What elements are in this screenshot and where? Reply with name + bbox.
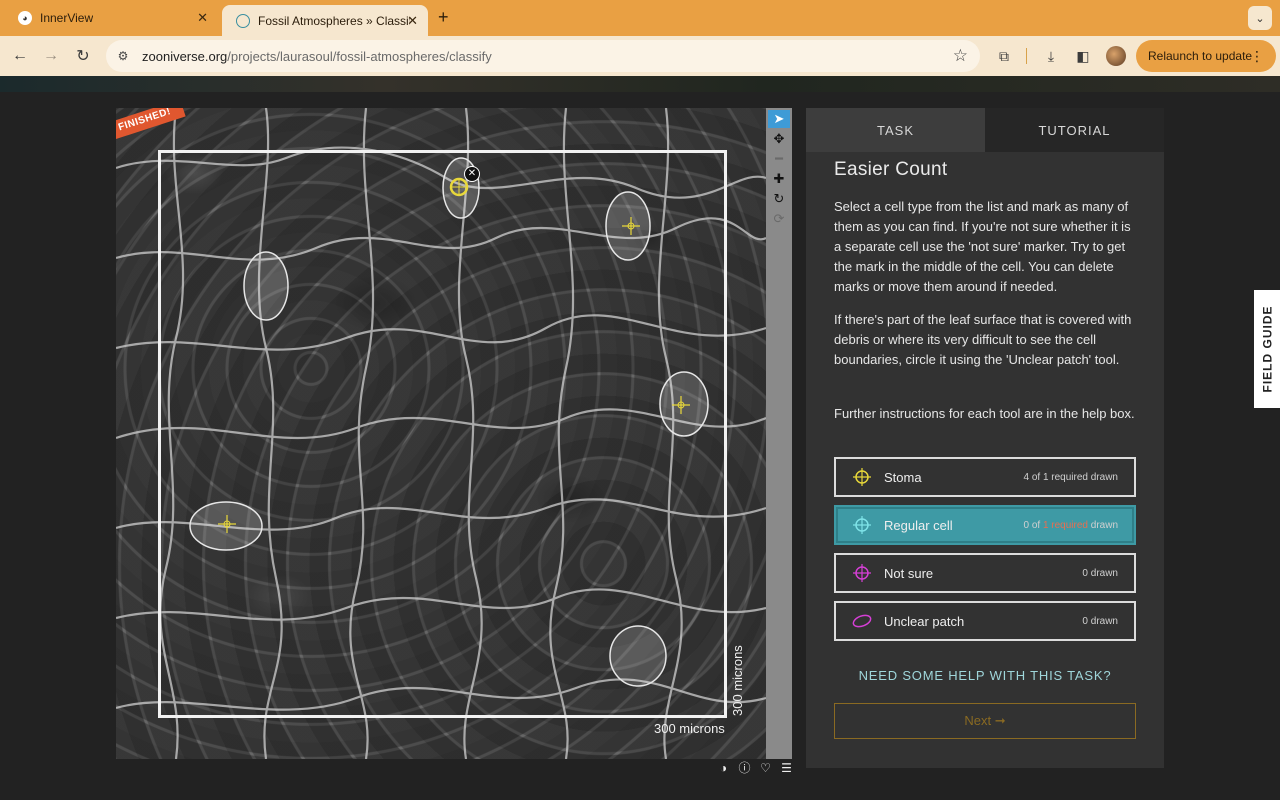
- count-suffix: drawn: [1087, 519, 1118, 531]
- back-icon[interactable]: ←: [9, 45, 31, 67]
- more-menu-icon[interactable]: ⋮: [1250, 48, 1264, 65]
- task-title: Easier Count: [834, 159, 948, 180]
- profile-avatar[interactable]: [1106, 46, 1126, 66]
- relaunch-to-update-button[interactable]: Relaunch to update ⋮: [1136, 40, 1276, 72]
- pan-move-icon[interactable]: ✥: [768, 130, 790, 148]
- url-text[interactable]: zooniverse.org/projects/laurasoul/fossil…: [142, 49, 492, 64]
- count-prefix: 0 of: [1023, 519, 1043, 531]
- scale-label-horizontal: 300 microns: [654, 721, 725, 736]
- task-help-link[interactable]: NEED SOME HELP WITH THIS TASK?: [834, 668, 1136, 683]
- tool-count: 0 of 1 required drawn: [1023, 520, 1118, 531]
- side-panel-icon[interactable]: ◧: [1072, 45, 1094, 67]
- tab-tutorial[interactable]: TUTORIAL: [985, 108, 1164, 152]
- regular-cell-crosshair-icon: [852, 515, 872, 535]
- new-tab-button[interactable]: +: [438, 7, 449, 28]
- url-domain: zooniverse.org: [142, 48, 228, 64]
- browser-tab-fossil-atmospheres[interactable]: Fossil Atmospheres » Classify ✕: [222, 5, 428, 36]
- url-path: /projects/laurasoul/fossil-atmospheres/c…: [227, 48, 492, 64]
- tab-search-button[interactable]: ⌄: [1248, 6, 1272, 30]
- subject-metadata-bar: ◑ ⓘ ♡ ☰: [716, 760, 794, 776]
- stoma-crosshair-icon: [852, 467, 872, 487]
- delete-mark-icon[interactable]: ✕: [464, 166, 480, 182]
- tab-title: InnerView: [40, 11, 94, 25]
- task-panel: TASK TUTORIAL Easier Count Select a cell…: [806, 108, 1164, 768]
- download-icon[interactable]: ⤓: [1040, 45, 1062, 67]
- rotate-icon[interactable]: ↻: [768, 190, 790, 208]
- tool-label: Not sure: [884, 565, 934, 581]
- zoom-in-icon[interactable]: ✚: [768, 170, 790, 188]
- extensions-icon[interactable]: ⧉: [993, 45, 1015, 67]
- scale-label-vertical: 300 microns: [730, 645, 745, 716]
- next-button[interactable]: Next ➞: [834, 703, 1136, 739]
- invert-colors-icon[interactable]: ◑: [716, 760, 731, 775]
- favorite-heart-icon[interactable]: ♡: [758, 760, 773, 775]
- tool-stoma[interactable]: Stoma 4 of 1 required drawn: [834, 457, 1136, 497]
- task-instructions-3: Further instructions for each tool are i…: [834, 406, 1135, 421]
- zoom-out-icon[interactable]: ━: [768, 150, 790, 168]
- close-tab-icon[interactable]: ✕: [407, 13, 418, 29]
- tab-title: Fossil Atmospheres » Classify: [258, 13, 410, 28]
- select-pointer-icon[interactable]: ➤: [768, 110, 790, 128]
- site-info-icon[interactable]: ⚙: [114, 47, 132, 65]
- tool-label: Regular cell: [884, 517, 953, 533]
- tab-task[interactable]: TASK: [806, 108, 985, 152]
- tool-count: 0 drawn: [1082, 567, 1118, 579]
- reload-icon[interactable]: ↻: [72, 45, 94, 67]
- task-tabs: TASK TUTORIAL: [806, 108, 1164, 152]
- task-instructions-1: Select a cell type from the list and mar…: [834, 199, 1131, 294]
- not-sure-crosshair-icon: [852, 563, 872, 583]
- info-icon[interactable]: ⓘ: [737, 760, 752, 775]
- stoma-marker[interactable]: [620, 215, 642, 237]
- tool-label: Stoma: [884, 469, 922, 485]
- address-bar[interactable]: ⚙ zooniverse.org/projects/laurasoul/foss…: [106, 40, 980, 72]
- toolbar-divider: [1026, 48, 1027, 64]
- tool-count: 4 of 1 required drawn: [1023, 471, 1118, 483]
- stoma-marker[interactable]: [670, 394, 692, 416]
- tool-not-sure[interactable]: Not sure 0 drawn: [834, 553, 1136, 593]
- field-guide-label: FIELD GUIDE: [1260, 305, 1275, 393]
- tool-regular-cell[interactable]: Regular cell 0 of 1 required drawn: [834, 505, 1136, 545]
- bookmark-star-icon[interactable]: ☆: [953, 46, 968, 66]
- reset-view-icon[interactable]: ⟳: [768, 210, 790, 228]
- page-header-image: [0, 76, 1280, 92]
- tool-count: 0 drawn: [1082, 615, 1118, 627]
- browser-tab-bar: ◕ InnerView ✕ Fossil Atmospheres » Class…: [0, 0, 1280, 36]
- browser-tab-innerview[interactable]: ◕ InnerView ✕: [4, 5, 218, 31]
- tool-label: Unclear patch: [884, 613, 965, 629]
- browser-toolbar: ← → ↻ ⚙ zooniverse.org/projects/laurasou…: [0, 36, 1280, 76]
- stoma-marker[interactable]: [216, 513, 238, 535]
- forward-icon[interactable]: →: [40, 45, 62, 67]
- tool-unclear-patch[interactable]: Unclear patch 0 drawn: [834, 601, 1136, 641]
- ellipse-icon: [852, 611, 872, 631]
- field-guide-tab[interactable]: FIELD GUIDE: [1254, 290, 1280, 408]
- relaunch-label: Relaunch to update: [1148, 49, 1253, 63]
- collections-list-icon[interactable]: ☰: [779, 760, 794, 775]
- innerview-favicon-icon: ◕: [18, 11, 32, 25]
- zooniverse-favicon-icon: [236, 13, 250, 28]
- count-required: 1 required: [1042, 519, 1088, 531]
- close-tab-icon[interactable]: ✕: [197, 10, 208, 26]
- image-toolbar: ➤ ✥ ━ ✚ ↻ ⟳: [766, 108, 792, 759]
- task-instructions-2: If there's part of the leaf surface that…: [834, 312, 1132, 367]
